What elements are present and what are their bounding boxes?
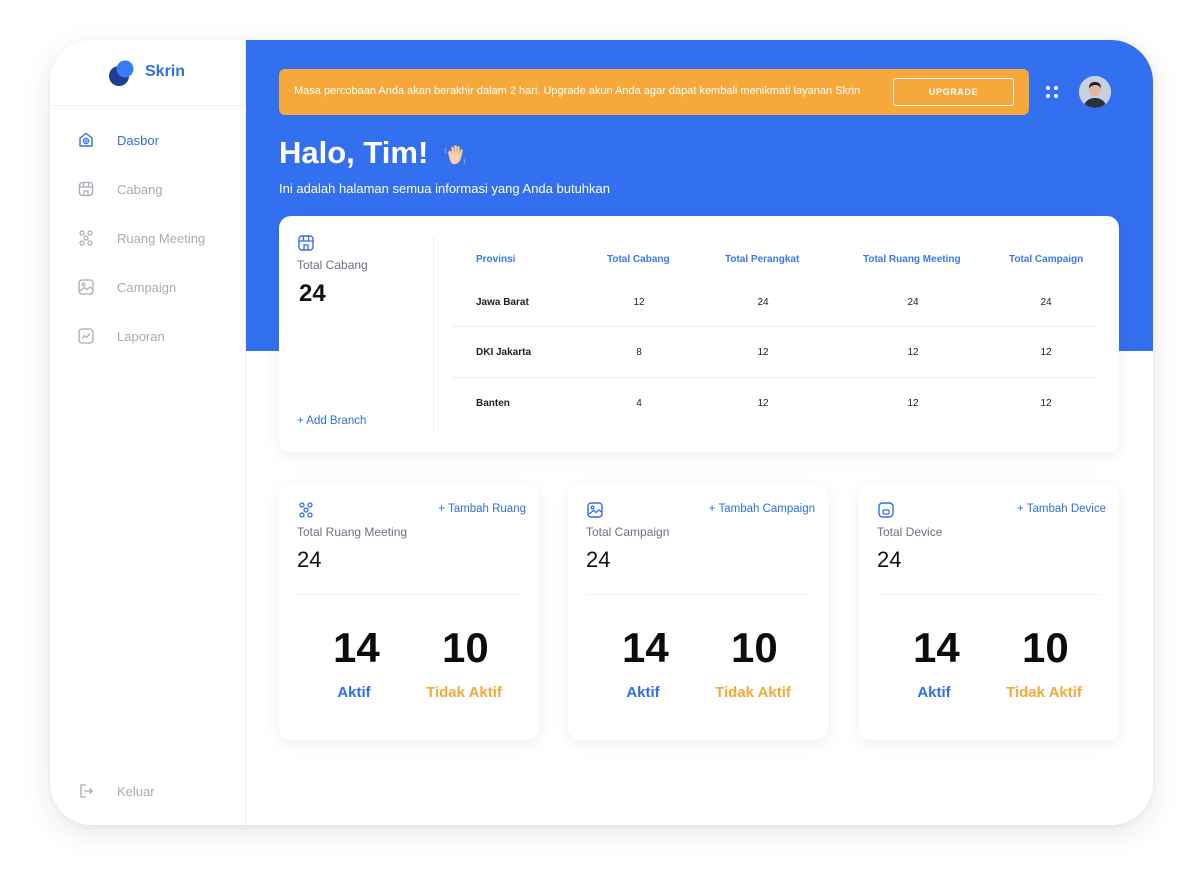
table-cell: 4 bbox=[636, 398, 642, 409]
brand-name: Skrin bbox=[145, 63, 186, 80]
sidebar-item-cabang[interactable]: Cabang bbox=[77, 178, 237, 200]
page-subtitle: Ini adalah halaman semua informasi yang … bbox=[279, 181, 610, 196]
column-header: Total Campaign bbox=[1009, 254, 1084, 265]
upgrade-button[interactable]: UPGRADE bbox=[893, 78, 1014, 106]
column-header: Provinsi bbox=[476, 254, 516, 265]
campaign-stat-card: + Tambah Campaign Total Campaign 24 14 1… bbox=[568, 484, 828, 740]
store-icon bbox=[298, 235, 314, 251]
divider bbox=[297, 594, 521, 595]
table-cell: 12 bbox=[757, 347, 769, 358]
table-cell: DKI Jakarta bbox=[476, 347, 532, 358]
table-cell: 24 bbox=[757, 297, 769, 308]
meeting-room-stat-card: + Tambah Ruang Total Ruang Meeting 24 14… bbox=[279, 484, 539, 740]
branch-summary-card: Total Cabang 24 + Add Branch Provinsi To… bbox=[279, 216, 1119, 452]
table-cell: 12 bbox=[1040, 347, 1052, 358]
table-row[interactable]: DKI Jakarta 8 12 12 12 bbox=[452, 328, 1098, 378]
people-icon bbox=[299, 502, 313, 518]
logout-icon bbox=[80, 784, 93, 798]
skrin-logo-icon bbox=[109, 60, 134, 86]
table-cell: 24 bbox=[1040, 297, 1052, 308]
sidebar-item-label: Dasbor bbox=[117, 132, 159, 148]
sidebar-item-label: Laporan bbox=[117, 328, 165, 344]
table-row[interactable]: Banten 4 12 12 12 bbox=[452, 379, 1098, 429]
user-avatar[interactable] bbox=[1079, 76, 1111, 108]
table-cell: 12 bbox=[1040, 398, 1052, 409]
column-header: Total Ruang Meeting bbox=[863, 254, 961, 265]
stat-total: 24 bbox=[586, 547, 611, 572]
active-label: Aktif bbox=[626, 684, 660, 701]
sidebar-item-label: Cabang bbox=[117, 181, 163, 197]
add-branch-link[interactable]: + Add Branch bbox=[297, 415, 366, 427]
column-header: Total Perangkat bbox=[725, 254, 800, 265]
add-room-link[interactable]: + Tambah Ruang bbox=[438, 503, 526, 515]
table-cell: 8 bbox=[636, 347, 642, 358]
sidebar-item-dasbor[interactable]: Dasbor bbox=[77, 129, 237, 151]
table-cell: 24 bbox=[907, 297, 919, 308]
table-cell: Banten bbox=[476, 398, 510, 409]
avatar-image bbox=[1079, 76, 1111, 108]
trial-banner: Masa percobaan Anda akan berakhir dalam … bbox=[279, 69, 1029, 115]
active-count: 14 bbox=[913, 624, 960, 671]
sidebar-item-campaign[interactable]: Campaign bbox=[77, 276, 237, 298]
logout-button[interactable]: Keluar bbox=[77, 780, 237, 802]
total-branch-label: Total Cabang bbox=[297, 258, 368, 272]
store-icon bbox=[78, 181, 94, 197]
table-cell: 12 bbox=[907, 398, 919, 409]
column-header: Total Cabang bbox=[607, 254, 670, 265]
sidebar-item-laporan[interactable]: Laporan bbox=[77, 325, 237, 347]
stat-total: 24 bbox=[297, 547, 322, 572]
chart-icon bbox=[78, 328, 94, 344]
stat-label: Total Device bbox=[877, 525, 943, 539]
people-icon bbox=[79, 230, 93, 246]
inactive-label: Tidak Aktif bbox=[715, 684, 791, 701]
table-cell: 12 bbox=[633, 297, 645, 308]
inactive-count: 10 bbox=[731, 624, 778, 671]
sidebar: Skrin Dasbor Cabang Ruang Meeting Campai… bbox=[50, 40, 246, 825]
divider bbox=[877, 594, 1101, 595]
apps-grid-icon[interactable] bbox=[1045, 85, 1059, 99]
divider bbox=[586, 594, 810, 595]
stat-label: Total Campaign bbox=[586, 525, 670, 539]
sidebar-item-ruang-meeting[interactable]: Ruang Meeting bbox=[77, 227, 237, 249]
page-title: Halo, Tim! bbox=[279, 135, 429, 170]
image-icon bbox=[587, 502, 603, 518]
device-stat-card: + Tambah Device Total Device 24 14 10 Ak… bbox=[859, 484, 1119, 740]
divider bbox=[433, 236, 434, 432]
table-cell: Jawa Barat bbox=[476, 297, 529, 308]
app-window: Skrin Dasbor Cabang Ruang Meeting Campai… bbox=[50, 40, 1153, 825]
inactive-count: 10 bbox=[1022, 624, 1069, 671]
add-campaign-link[interactable]: + Tambah Campaign bbox=[709, 503, 815, 515]
sidebar-item-label: Campaign bbox=[117, 279, 177, 295]
dashboard-icon bbox=[79, 132, 93, 147]
sidebar-item-label: Ruang Meeting bbox=[117, 230, 206, 246]
trial-banner-text: Masa percobaan Anda akan berakhir dalam … bbox=[294, 85, 861, 97]
active-count: 14 bbox=[333, 624, 380, 671]
logout-label: Keluar bbox=[117, 783, 155, 799]
active-label: Aktif bbox=[337, 684, 371, 701]
device-icon bbox=[878, 502, 894, 518]
brand: Skrin bbox=[50, 40, 246, 106]
table-cell: 12 bbox=[907, 347, 919, 358]
add-device-link[interactable]: + Tambah Device bbox=[1017, 503, 1106, 515]
inactive-label: Tidak Aktif bbox=[1006, 684, 1082, 701]
active-label: Aktif bbox=[917, 684, 951, 701]
image-icon bbox=[78, 279, 94, 295]
stat-total: 24 bbox=[877, 547, 902, 572]
total-branch-value: 24 bbox=[299, 280, 326, 307]
inactive-count: 10 bbox=[442, 624, 489, 671]
stat-label: Total Ruang Meeting bbox=[297, 525, 408, 539]
table-cell: 12 bbox=[757, 398, 769, 409]
waving-hand-icon bbox=[444, 144, 466, 165]
active-count: 14 bbox=[622, 624, 669, 671]
inactive-label: Tidak Aktif bbox=[426, 684, 502, 701]
table-row[interactable]: Jawa Barat 12 24 24 24 bbox=[452, 277, 1098, 327]
